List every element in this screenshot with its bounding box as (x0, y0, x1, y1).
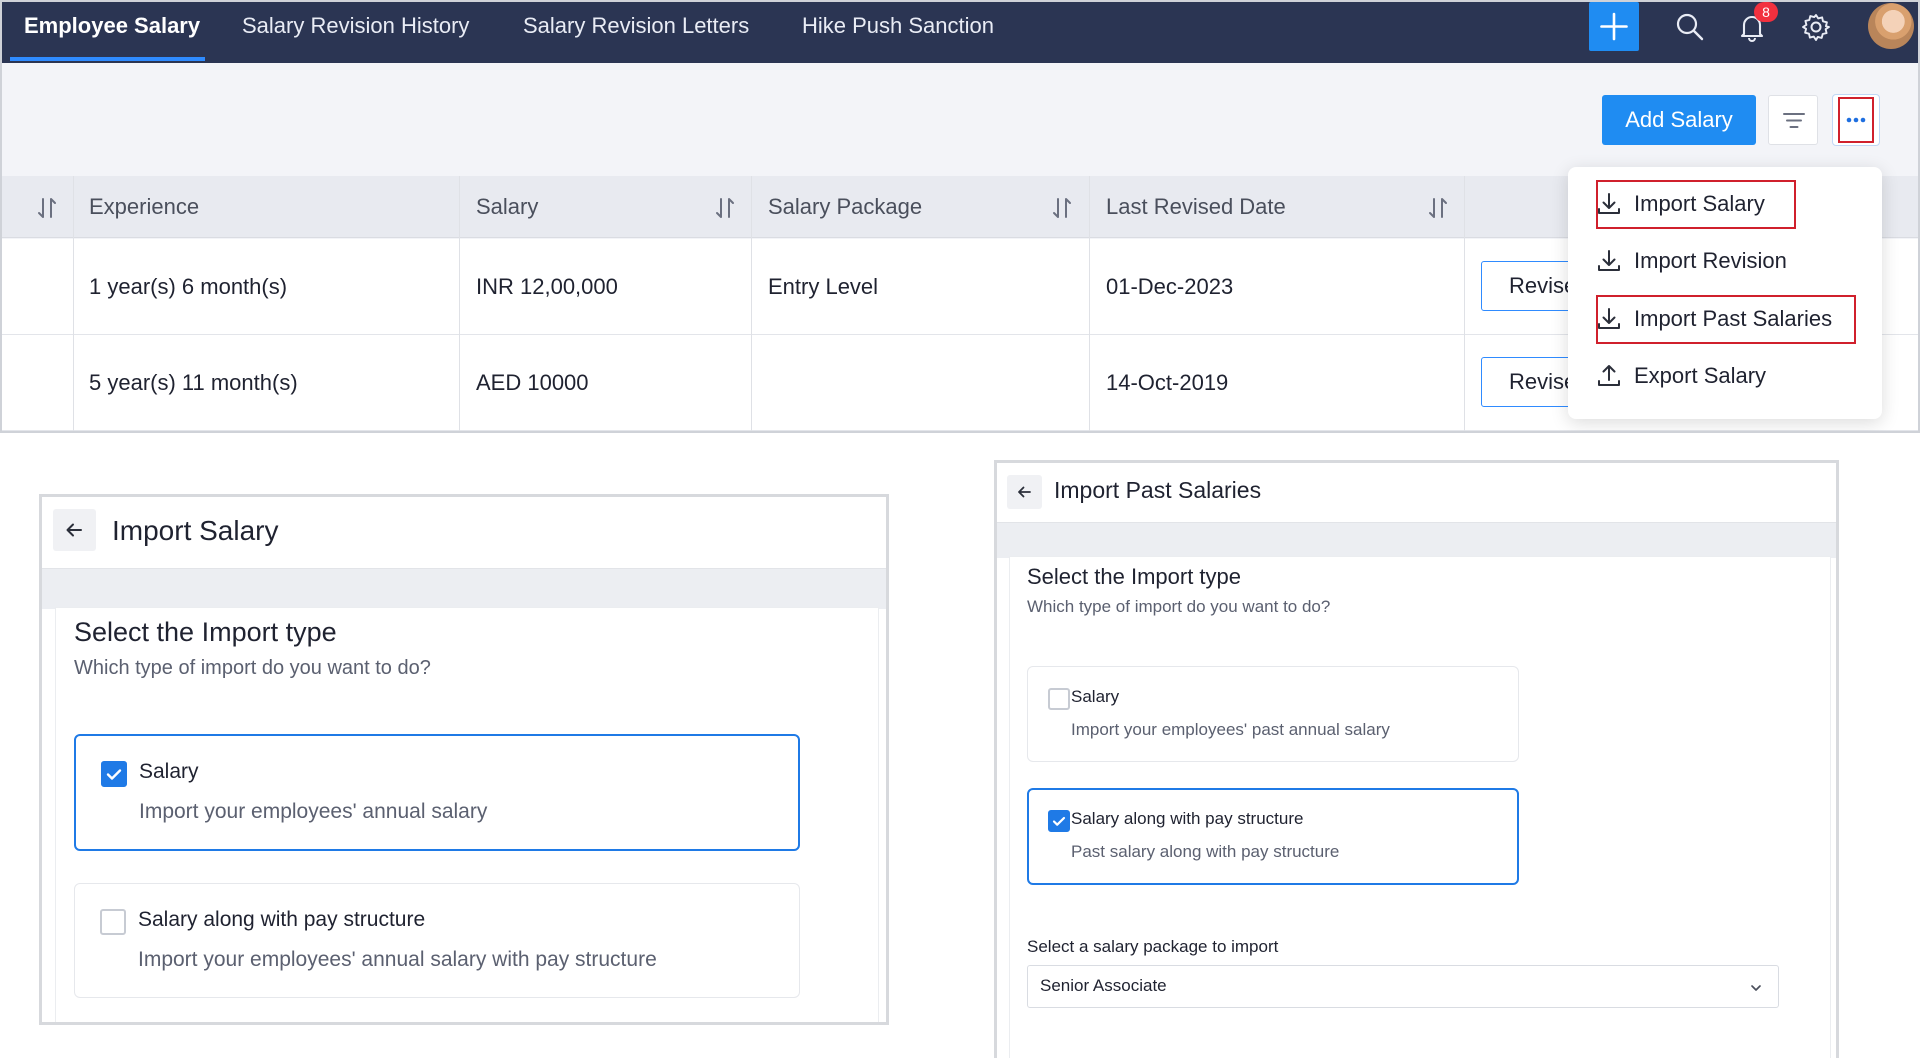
check-icon (1052, 816, 1066, 826)
menu-item-import-salary[interactable]: Import Salary (1596, 184, 1866, 224)
column-divider (751, 176, 752, 431)
active-tab-indicator (10, 57, 205, 61)
panel-title: Import Past Salaries (1054, 477, 1262, 503)
tab-employee-salary[interactable]: Employee Salary (24, 2, 200, 63)
filter-button[interactable] (1768, 95, 1818, 145)
tab-salary-revision-letters[interactable]: Salary Revision Letters (523, 2, 749, 63)
menu-item-import-past-salaries[interactable]: Import Past Salaries (1596, 299, 1866, 339)
menu-item-export-salary[interactable]: Export Salary (1596, 356, 1866, 396)
search-icon (1676, 13, 1704, 41)
import-past-salaries-panel: Import Past Salaries Select the Import t… (994, 460, 1839, 1058)
add-salary-button[interactable]: Add Salary (1602, 95, 1756, 145)
chevron-down-icon (1751, 985, 1761, 991)
option-description: Import your employees' annual salary wit… (138, 948, 657, 971)
checkbox-unchecked[interactable] (1048, 688, 1070, 710)
section-heading: Select the Import type (74, 617, 337, 647)
cell-salary: INR 12,00,000 (476, 274, 618, 299)
quick-add-button[interactable] (1589, 2, 1639, 51)
checkbox-checked[interactable] (1048, 810, 1070, 832)
panel-header: Import Salary (42, 497, 886, 569)
column-divider (459, 176, 460, 431)
cell-salary-package: Entry Level (768, 274, 879, 299)
download-icon (1598, 250, 1620, 271)
more-options-button[interactable] (1832, 94, 1880, 146)
option-title: Salary along with pay structure (138, 908, 426, 931)
salary-package-select[interactable]: Senior Associate (1027, 965, 1779, 1008)
import-type-card: Select the Import type Which type of imp… (1009, 556, 1831, 1058)
option-description: Import your employees' annual salary (139, 800, 488, 823)
import-salary-panel: Import Salary Select the Import type Whi… (39, 494, 889, 1025)
column-divider (1089, 176, 1090, 431)
avatar[interactable] (1868, 3, 1914, 49)
panel-band (42, 569, 886, 609)
option-salary[interactable]: Salary Import your employees' past annua… (1027, 666, 1519, 762)
option-salary-with-pay-structure[interactable]: Salary along with pay structure Past sal… (1027, 788, 1519, 885)
employee-salary-screen: Employee Salary Salary Revision History … (0, 0, 1920, 433)
option-title: Salary (1071, 687, 1120, 706)
panel-band (997, 523, 1836, 558)
column-salary: Salary (476, 194, 539, 219)
column-divider (73, 176, 74, 431)
cell-experience: 1 year(s) 6 month(s) (89, 274, 288, 299)
panel-header: Import Past Salaries (997, 463, 1836, 523)
sort-icon[interactable] (36, 196, 58, 220)
sort-icon[interactable] (1427, 196, 1449, 220)
more-icon (1846, 117, 1866, 123)
column-salary-package: Salary Package (768, 194, 923, 219)
selected-value: Senior Associate (1040, 976, 1167, 995)
more-options-menu: Import Salary Import Revision Import Pas… (1568, 167, 1882, 419)
menu-item-label: Import Past Salaries (1634, 306, 1833, 331)
cell-experience: 5 year(s) 11 month(s) (89, 370, 298, 395)
download-icon (1598, 308, 1620, 329)
tab-salary-revision-history[interactable]: Salary Revision History (242, 2, 469, 63)
menu-item-label: Import Salary (1634, 191, 1765, 216)
option-title: Salary (139, 760, 199, 783)
column-divider (1464, 176, 1465, 431)
sort-icon[interactable] (1051, 196, 1073, 220)
cell-last-revised-date: 14-Oct-2019 (1106, 370, 1229, 395)
option-description: Import your employees' past annual salar… (1071, 720, 1390, 739)
salary-package-label: Select a salary package to import (1027, 937, 1279, 956)
section-subheading: Which type of import do you want to do? (74, 657, 431, 679)
arrow-left-icon (66, 523, 82, 537)
arrow-left-icon (1018, 486, 1031, 498)
menu-item-import-revision[interactable]: Import Revision (1596, 241, 1866, 281)
option-title: Salary along with pay structure (1071, 809, 1304, 828)
check-icon (106, 769, 122, 780)
filter-icon (1783, 113, 1805, 128)
cell-last-revised-date: 01-Dec-2023 (1106, 274, 1234, 299)
notification-count-badge: 8 (1754, 2, 1778, 22)
menu-item-label: Export Salary (1634, 363, 1767, 388)
section-subheading: Which type of import do you want to do? (1027, 597, 1331, 616)
sort-icon[interactable] (714, 196, 736, 220)
download-icon (1598, 193, 1620, 214)
plus-icon (1600, 12, 1628, 41)
option-salary[interactable]: Salary Import your employees' annual sal… (74, 734, 800, 851)
menu-item-label: Import Revision (1634, 248, 1787, 273)
checkbox-checked[interactable] (101, 761, 127, 787)
column-last-revised-date: Last Revised Date (1106, 194, 1286, 219)
import-type-card: Select the Import type Which type of imp… (55, 607, 879, 1022)
upload-icon (1598, 365, 1620, 386)
section-heading: Select the Import type (1027, 564, 1241, 589)
tab-hike-push-sanction[interactable]: Hike Push Sanction (802, 2, 994, 63)
top-navbar: Employee Salary Salary Revision History … (2, 2, 1918, 63)
search-button[interactable] (1673, 10, 1707, 44)
gear-icon (1802, 14, 1830, 41)
back-button[interactable] (53, 509, 96, 551)
checkbox-unchecked[interactable] (100, 909, 126, 935)
option-salary-with-pay-structure[interactable]: Salary along with pay structure Import y… (74, 883, 800, 998)
column-experience: Experience (89, 194, 200, 219)
settings-button[interactable] (1799, 10, 1833, 44)
cell-salary: AED 10000 (476, 370, 589, 395)
panel-title: Import Salary (112, 515, 279, 546)
option-description: Past salary along with pay structure (1071, 842, 1340, 861)
back-button[interactable] (1007, 475, 1042, 509)
